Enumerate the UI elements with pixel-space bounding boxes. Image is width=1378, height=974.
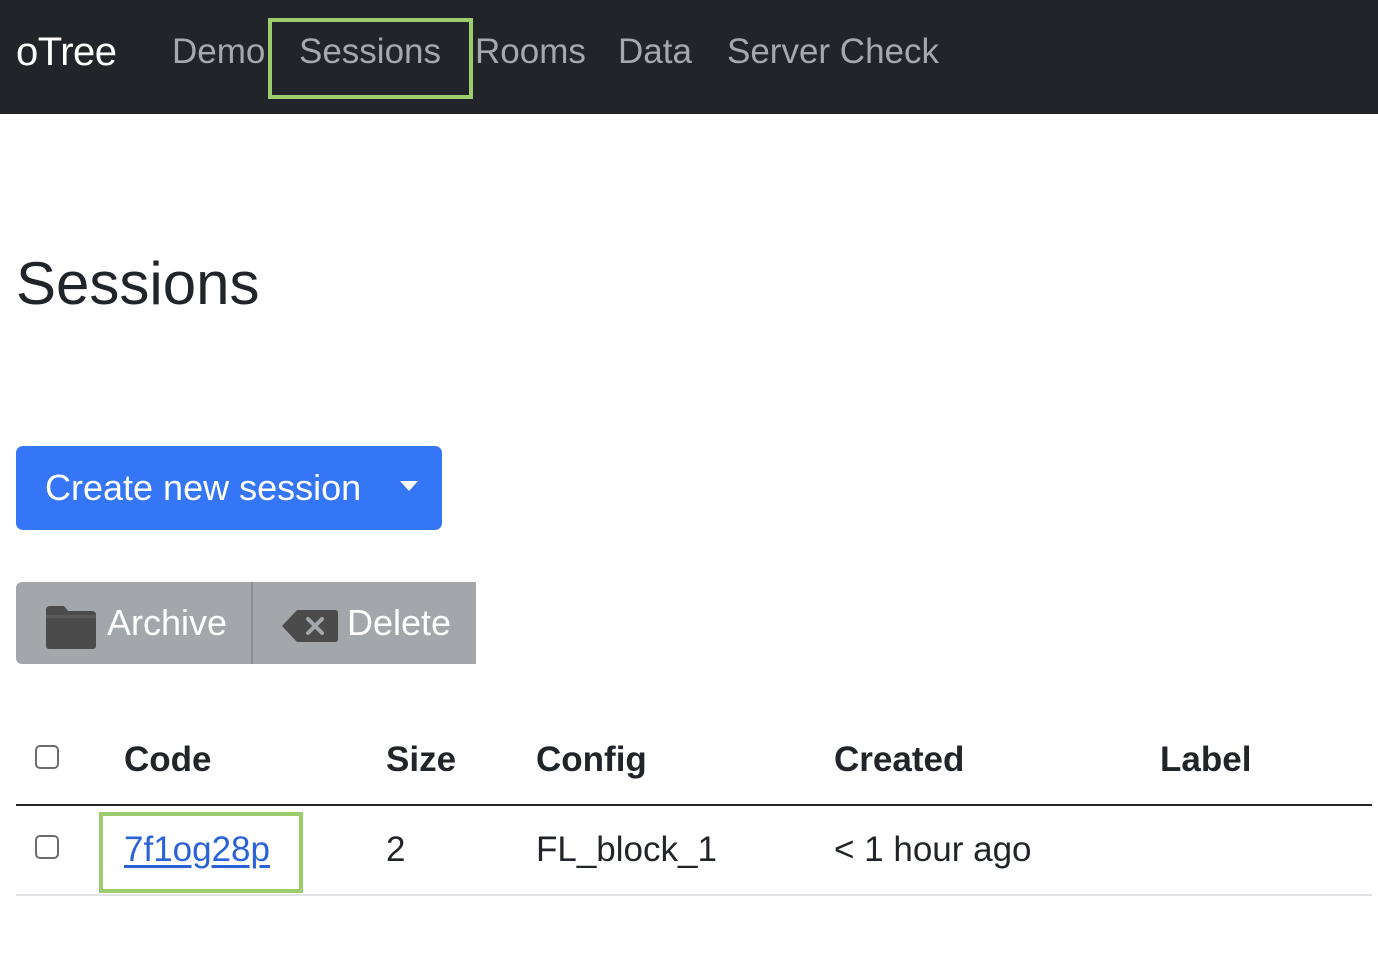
delete-label: Delete — [347, 602, 452, 643]
top-navbar: oTree Demo Sessions Rooms Data Server Ch… — [0, 0, 1378, 114]
folder-icon — [46, 606, 96, 649]
header-code: Code — [124, 740, 212, 779]
table-row: 7f1og28p 2 FL_block_1 < 1 hour ago — [16, 806, 1372, 896]
backspace-icon — [282, 610, 338, 642]
page-title: Sessions — [16, 250, 260, 317]
header-config: Config — [536, 740, 647, 779]
session-created: < 1 hour ago — [834, 830, 1032, 869]
header-size: Size — [386, 740, 457, 779]
nav-link-sessions[interactable]: Sessions — [299, 30, 441, 74]
archive-label: Archive — [107, 602, 228, 643]
create-new-session-label: Create new session — [45, 467, 362, 508]
nav-link-demo[interactable]: Demo — [172, 30, 265, 74]
caret-down-icon[interactable] — [400, 481, 418, 491]
sessions-table-header: Code Size Config Created Label — [16, 720, 1372, 806]
session-size: 2 — [386, 830, 406, 869]
nav-link-rooms[interactable]: Rooms — [475, 30, 586, 74]
row-select-checkbox[interactable] — [35, 835, 59, 859]
delete-button[interactable]: Delete — [251, 582, 476, 664]
nav-link-data[interactable]: Data — [618, 30, 692, 74]
brand-logo[interactable]: oTree — [16, 28, 117, 76]
nav-link-server-check[interactable]: Server Check — [727, 30, 939, 74]
create-new-session-button[interactable]: Create new session — [16, 446, 442, 530]
session-code-link[interactable]: 7f1og28p — [124, 828, 270, 872]
select-all-checkbox[interactable] — [35, 745, 59, 769]
header-created: Created — [834, 740, 965, 779]
session-actions-group: Archive Delete — [16, 582, 476, 664]
archive-button[interactable]: Archive — [16, 582, 251, 664]
header-label: Label — [1160, 740, 1252, 779]
session-config: FL_block_1 — [536, 830, 717, 869]
